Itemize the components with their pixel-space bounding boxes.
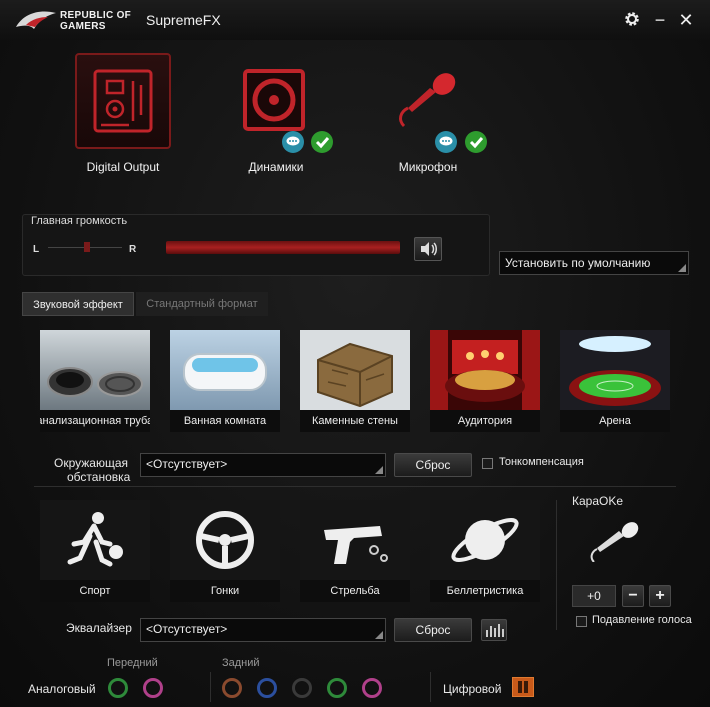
karaoke-microphone-icon	[590, 522, 639, 562]
rog-logo-icon	[16, 11, 56, 30]
env-tile-stone-walls[interactable]: Каменные стены	[300, 330, 410, 432]
front-jacks-label: Передний	[107, 657, 158, 669]
device-microphone[interactable]	[392, 68, 464, 134]
env-label-sewer: Канализационная труба	[40, 410, 150, 432]
device-speakers[interactable]	[242, 68, 306, 132]
environment-reset-button[interactable]: Сброс	[394, 453, 472, 477]
front-jack-green[interactable]	[108, 678, 128, 698]
volume-slider[interactable]	[166, 241, 400, 254]
set-default-dropdown[interactable]: Установить по умолчанию	[499, 251, 689, 275]
minimize-button[interactable]: −	[650, 10, 670, 30]
digital-output-port-icon[interactable]	[512, 677, 534, 697]
equalizer-settings-button[interactable]	[481, 619, 507, 641]
env-label-auditorium: Аудитория	[430, 410, 540, 432]
circuit-board-icon	[93, 69, 153, 133]
equalizer-reset-button[interactable]: Сброс	[394, 618, 472, 642]
master-volume-title: Главная громкость	[31, 215, 128, 227]
voice-cancel-label: Подавление голоса	[592, 614, 692, 626]
settings-button[interactable]	[622, 10, 642, 30]
dropdown-arrow-icon	[678, 264, 686, 272]
digital-label: Цифровой	[443, 682, 502, 696]
rear-jack-blue[interactable]	[257, 678, 277, 698]
check-icon	[465, 131, 487, 153]
rear-jack-black[interactable]	[292, 678, 312, 698]
rear-jacks-label: Задний	[222, 657, 260, 669]
set-default-label: Установить по умолчанию	[505, 256, 651, 270]
env-label-stone-walls: Каменные стены	[300, 410, 410, 432]
eq-tile-fiction[interactable]: Беллетристика	[430, 500, 540, 602]
device-label-digital-output: Digital Output	[86, 160, 160, 174]
rear-jack-orange[interactable]	[222, 678, 242, 698]
equalizer-dropdown[interactable]: <Отсутствует>	[140, 618, 386, 642]
equalizer-label: Эквалайзер	[66, 621, 132, 635]
eq-tile-sport[interactable]: Спорт	[40, 500, 150, 602]
analog-label: Аналоговый	[28, 682, 96, 696]
speaker-volume-icon	[421, 242, 437, 256]
dropdown-arrow-icon	[375, 466, 383, 474]
stone-walls-icon	[300, 330, 410, 410]
equalizer-value: <Отсутствует>	[146, 622, 228, 636]
karaoke-minus-button[interactable]: −	[622, 585, 644, 607]
dropdown-arrow-icon	[375, 631, 383, 639]
env-tile-arena[interactable]: Арена	[560, 330, 670, 432]
app-title: SupremeFX	[146, 12, 221, 28]
jack-divider	[210, 672, 211, 702]
arena-icon	[560, 330, 670, 410]
tab-sound-effect[interactable]: Звуковой эффект	[22, 292, 134, 316]
chat-icon	[435, 131, 457, 153]
environment-value: <Отсутствует>	[146, 457, 228, 471]
bathtub-icon	[170, 330, 280, 410]
device-label-speakers: Динамики	[248, 160, 304, 174]
balance-right-label: R	[129, 244, 137, 255]
steering-wheel-icon	[170, 500, 280, 580]
voice-cancel-checkbox[interactable]	[576, 616, 587, 627]
environment-label: Окружающая обстановка	[54, 456, 131, 484]
section-divider	[34, 486, 676, 487]
planet-icon	[430, 500, 540, 580]
loudness-checkbox[interactable]	[482, 458, 493, 469]
front-jack-pink[interactable]	[143, 678, 163, 698]
eq-label-fiction: Беллетристика	[430, 580, 540, 602]
eq-label-shooter: Стрельба	[300, 580, 410, 602]
digital-divider	[430, 672, 431, 702]
tab-standard-format[interactable]: Стандартный формат	[136, 292, 268, 316]
sewer-pipe-icon	[40, 330, 150, 410]
env-tile-sewer[interactable]: Канализационная труба	[40, 330, 150, 432]
equalizer-bars-icon	[486, 624, 504, 637]
mute-button[interactable]	[414, 237, 442, 261]
environment-dropdown[interactable]: <Отсутствует>	[140, 453, 386, 477]
karaoke-title: КараOKe	[572, 494, 624, 508]
gear-icon	[625, 12, 639, 26]
env-label-bathroom: Ванная комната	[170, 410, 280, 432]
pistol-icon	[300, 500, 410, 580]
karaoke-value[interactable]: +0	[572, 585, 616, 607]
title-bar: REPUBLIC OF GAMERS SupremeFX − ✕	[0, 0, 710, 40]
speaker-icon	[243, 69, 305, 131]
eq-tile-racing[interactable]: Гонки	[170, 500, 280, 602]
auditorium-icon	[430, 330, 540, 410]
karaoke-plus-button[interactable]: +	[649, 585, 671, 607]
brand-text: REPUBLIC OF GAMERS	[60, 10, 132, 32]
eq-tile-shooter[interactable]: Стрельба	[300, 500, 410, 602]
device-digital-output[interactable]	[75, 53, 171, 149]
rear-jack-pink[interactable]	[362, 678, 382, 698]
karaoke-divider	[556, 500, 557, 630]
chat-icon	[282, 131, 304, 153]
env-tile-auditorium[interactable]: Аудитория	[430, 330, 540, 432]
check-icon	[311, 131, 333, 153]
loudness-label: Тонкомпенсация	[499, 456, 584, 468]
balance-slider-thumb[interactable]	[84, 242, 90, 252]
sport-icon	[40, 500, 150, 580]
microphone-icon	[399, 73, 456, 128]
eq-label-sport: Спорт	[40, 580, 150, 602]
env-label-arena: Арена	[560, 410, 670, 432]
balance-left-label: L	[33, 244, 40, 255]
device-label-microphone: Микрофон	[398, 160, 458, 174]
close-button[interactable]: ✕	[676, 10, 696, 30]
eq-label-racing: Гонки	[170, 580, 280, 602]
env-tile-bathroom[interactable]: Ванная комната	[170, 330, 280, 432]
rear-jack-green[interactable]	[327, 678, 347, 698]
